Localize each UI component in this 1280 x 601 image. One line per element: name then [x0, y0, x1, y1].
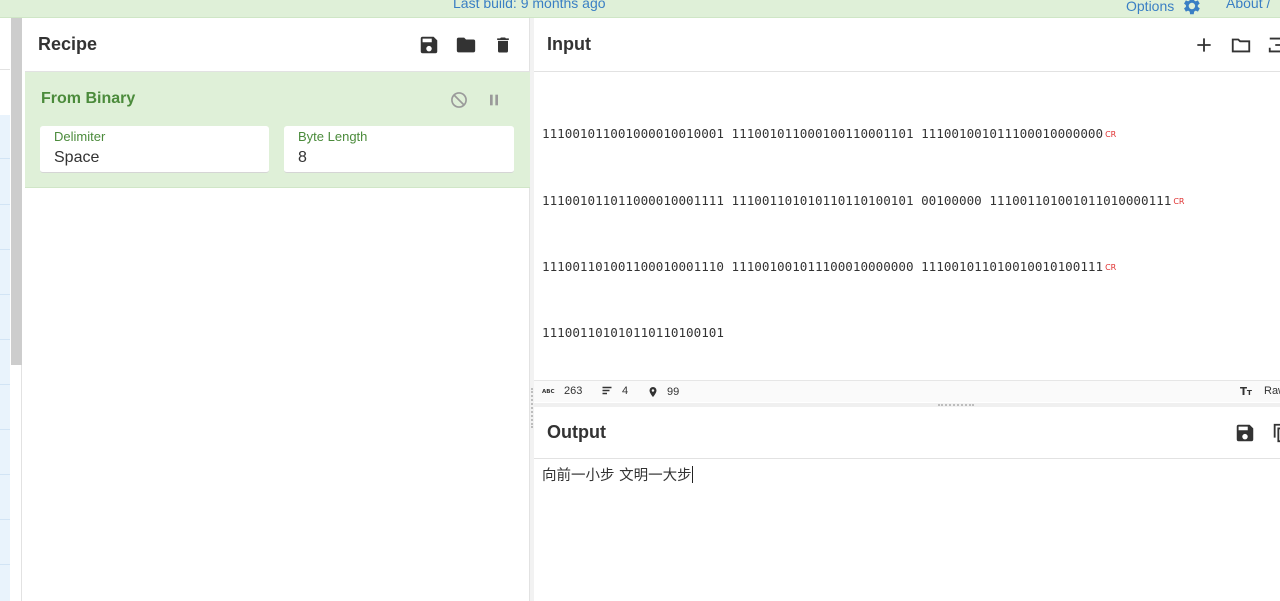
save-output-button[interactable] [1232, 421, 1257, 446]
input-line: 111001011001000010010001 111001011000100… [542, 126, 1117, 142]
options-label: Options [1126, 0, 1175, 14]
operations-row-divider [0, 474, 10, 475]
input-panel: Input 111001011001000010010001 111001011… [534, 18, 1280, 403]
text-caret [691, 466, 693, 483]
byte-length-field[interactable]: Byte Length 8 [284, 126, 514, 173]
input-header: Input [534, 18, 1280, 72]
operations-row-divider [0, 429, 10, 430]
pause-icon [489, 94, 498, 105]
operation-title: From Binary [41, 90, 136, 107]
operations-row-divider [0, 294, 10, 295]
input-font-label: Raw [1264, 385, 1280, 397]
input-line: 111001101001100010001110 111001001011100… [542, 258, 1117, 274]
operations-list[interactable] [0, 115, 10, 601]
input-position-status: 99 [647, 385, 679, 399]
svg-text:T: T [1240, 386, 1247, 397]
copy-icon [1273, 423, 1280, 443]
input-textarea[interactable]: 111001011001000010010001 111001011000100… [542, 80, 1280, 388]
operations-row-divider [0, 519, 10, 520]
input-status-bar: ABC 263 4 99 TT Raw [534, 380, 1280, 402]
input-position-value: 99 [667, 386, 680, 398]
operations-row-divider [0, 564, 10, 565]
folder-icon [456, 37, 475, 53]
input-lines-status: 4 [600, 385, 628, 397]
top-bar: Last build: 9 months ago Options About / [0, 0, 1280, 18]
recipe-header: Recipe [25, 18, 529, 72]
plus-icon [1196, 38, 1211, 52]
delimiter-label: Delimiter [54, 129, 106, 144]
byte-length-label: Byte Length [298, 129, 368, 144]
carriage-return-marker: CR [1105, 262, 1117, 272]
swap-input-output-button[interactable] [1265, 33, 1280, 58]
input-lines-value: 4 [622, 385, 629, 397]
recipe-panel: Recipe From Binary Delimiter Space Byte … [25, 18, 530, 601]
carriage-return-marker: CR [1105, 130, 1117, 140]
open-file-button[interactable] [1228, 33, 1253, 58]
byte-length-value: 8 [298, 149, 307, 166]
input-line: 111001011011000010001111 111001101010110… [542, 192, 1185, 208]
trash-icon [496, 37, 509, 53]
operations-row-divider [0, 249, 10, 250]
delimiter-value: Space [54, 149, 100, 166]
recipe-title: Recipe [38, 34, 98, 54]
operations-row-divider [0, 384, 10, 385]
options-link[interactable]: Options [1126, 0, 1202, 17]
delimiter-field[interactable]: Delimiter Space [40, 126, 269, 173]
add-input-tab-button[interactable] [1191, 33, 1216, 58]
input-title: Input [547, 34, 591, 54]
carriage-return-marker: CR [1173, 196, 1185, 206]
last-build-text: Last build: 9 months ago [453, 0, 606, 11]
output-panel: Output 向前一小步 文明一大步 [534, 407, 1280, 601]
input-length-value: 263 [564, 385, 583, 397]
save-recipe-button[interactable] [416, 33, 441, 58]
operations-scrollbar[interactable] [11, 18, 22, 365]
lines-icon [602, 386, 612, 395]
location-pin-icon [649, 387, 657, 397]
load-recipe-button[interactable] [453, 33, 478, 58]
operations-row-divider [0, 204, 10, 205]
copy-output-button[interactable] [1269, 421, 1280, 446]
operations-panel [0, 18, 22, 601]
operations-row-divider [0, 158, 10, 159]
folder-outline-icon [1231, 38, 1250, 53]
save-icon [420, 36, 437, 54]
about-link[interactable]: About / [1226, 0, 1270, 11]
gear-icon [1184, 0, 1201, 15]
abc-icon: ABC [542, 389, 555, 395]
save-icon [1236, 424, 1253, 442]
swap-icon [1268, 37, 1280, 53]
breakpoint-button[interactable] [481, 87, 506, 112]
disable-operation-button[interactable] [446, 87, 471, 112]
input-length-status: ABC 263 [542, 385, 582, 397]
clear-recipe-button[interactable] [490, 33, 515, 58]
output-title: Output [547, 422, 606, 442]
disable-icon [450, 91, 467, 108]
svg-text:ABC: ABC [542, 389, 555, 395]
operations-row-divider [0, 339, 10, 340]
operations-header [0, 18, 10, 70]
output-value: 向前一小步 文明一大步 [542, 468, 692, 484]
input-font-status[interactable]: TT Raw [1240, 385, 1280, 397]
svg-text:T: T [1247, 388, 1253, 397]
output-textarea[interactable]: 向前一小步 文明一大步 [542, 464, 693, 485]
operation-from-binary[interactable]: From Binary Delimiter Space Byte Length … [25, 72, 530, 188]
text-size-icon: TT [1240, 386, 1253, 397]
input-line: 111001101010110110100101 [542, 324, 724, 340]
output-header: Output [534, 407, 1280, 459]
